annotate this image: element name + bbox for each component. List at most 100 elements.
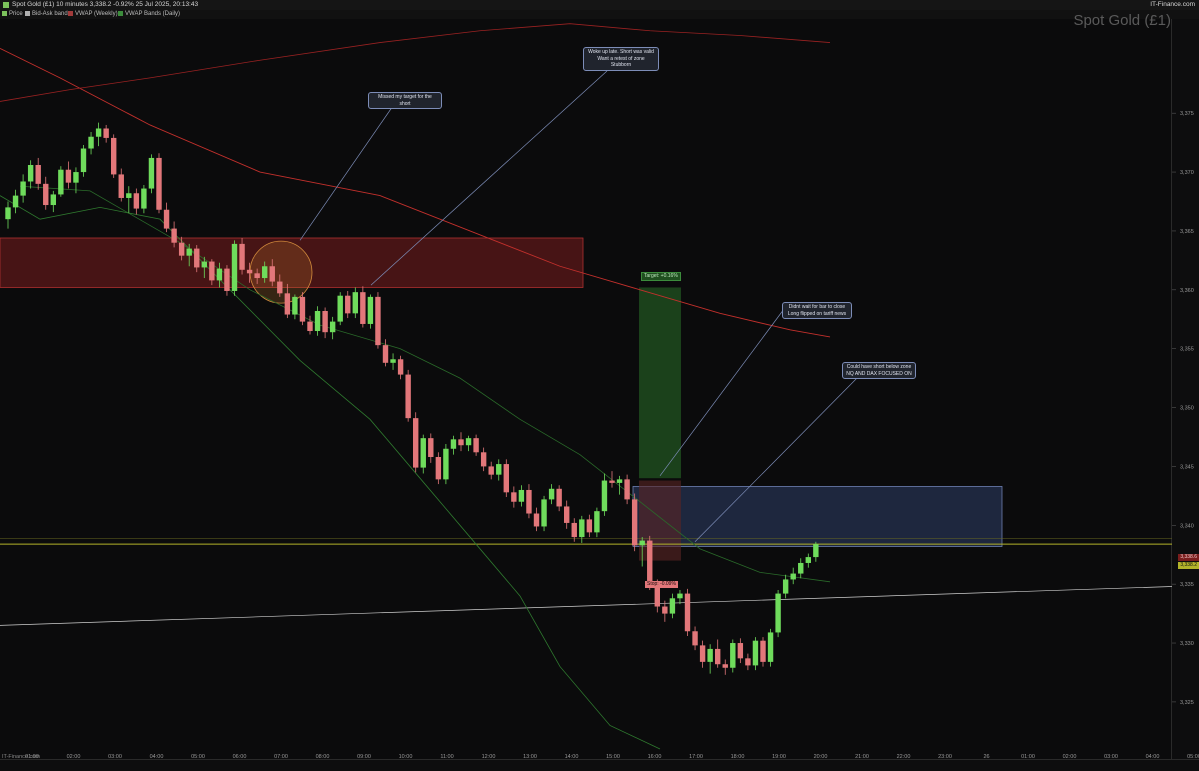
y-tick-label: 3,370 [1180,170,1194,176]
legend-swatch-icon [118,10,123,16]
candle-body [269,266,275,282]
candle-body [405,374,411,419]
price-tag-ask: 3,338.6 [1178,554,1199,561]
annotation-line: Woke up late. Short was valid [588,49,654,55]
price-chart[interactable]: 3,375 3,370 3,365 3,360 3,355 3,350 3,345 3,340… [0,19,1199,760]
legend-item-vwap-daily[interactable]: VWAP Bands (Daily) [118,10,180,19]
candle-body [292,296,298,315]
candle-body [435,457,442,480]
x-tick-label: 18:00 [731,754,745,760]
candle-body [118,174,124,198]
candle-body [564,506,570,523]
annotation-missed-target[interactable]: Missed my target for the short [368,92,442,109]
demand-zone [632,486,1003,547]
candle-body [813,544,819,558]
trade-stop-label[interactable]: Stop: -0.09% [645,581,678,588]
trend-line [0,586,1173,626]
legend-label: VWAP (Weekly) [75,11,118,17]
candle-body [224,268,230,291]
legend-item-vwap-weekly[interactable]: VWAP (Weekly) [68,10,118,19]
candle-body [156,157,162,210]
annotation-line: Didnt wait for bar to close [788,304,846,310]
legend-swatch-icon [25,10,30,16]
footer-source: IT-Finance.com [2,754,40,760]
candle-body [277,281,283,294]
candle-body [397,359,404,375]
candle-body [126,193,132,198]
candle-body [737,643,744,659]
app-icon [3,2,9,8]
candle-body [345,295,351,314]
x-tick-label: 09:00 [357,754,371,760]
candle-body [616,479,623,483]
annotation-could-have-short[interactable]: Could have short below zone NQ AND DAX F… [842,362,916,379]
x-tick-label: 03:00 [108,754,122,760]
candle-body [790,573,796,580]
candle-body [201,261,207,268]
candle-body [496,464,502,475]
candle-body [111,137,117,175]
y-tick-label: 3,375 [1180,111,1194,117]
candle-body [420,438,426,468]
candle-body [503,464,509,493]
candle-body [314,311,321,332]
annotation-woke-up-late[interactable]: Woke up late. Short was valid Want a ret… [583,47,659,71]
candle-body [458,439,464,446]
candle-body [148,157,155,189]
x-tick-label: 03:00 [1104,754,1118,760]
x-tick-label: 05:00 [191,754,205,760]
candle-body [95,128,102,137]
candle-body [171,228,177,243]
candle-body [58,169,64,195]
y-tick-label: 3,360 [1180,288,1194,294]
x-tick-label: 05:00 [1187,754,1199,760]
legend-item-price[interactable]: Price [2,10,23,19]
candle-body [186,248,192,256]
candle-body [133,193,140,209]
candle-body [465,438,472,446]
x-tick-label: 10:00 [399,754,413,760]
candle-body [548,488,555,500]
y-tick-label: 3,330 [1180,641,1194,647]
trade-target-label[interactable]: Target: +0.16% [641,272,681,281]
x-tick-label: 12:00 [482,754,496,760]
annotation-didnt-wait[interactable]: Didnt wait for bar to close Long flipped… [782,302,852,319]
candle-body [73,172,79,183]
candle-body [329,321,336,333]
candle-body [586,519,593,533]
candle-body [12,195,19,208]
legend-label: VWAP Bands (Daily) [125,11,181,17]
candle-body [337,295,343,322]
legend-item-bid-ask[interactable]: Bid-Ask band [25,10,68,19]
x-tick-label: 21:00 [855,754,869,760]
x-tick-label: 11:00 [440,754,453,760]
candle-body [443,448,449,480]
candle-body [571,522,577,538]
candle-body [647,540,653,585]
candle-body [88,136,94,149]
x-tick-label: 04:00 [150,754,164,760]
x-tick-label: 17:00 [689,754,703,760]
price-tag-last: 3,338.2 [1178,562,1199,569]
x-tick-label: 07:00 [274,754,288,760]
candle-body [5,207,11,220]
candle-body [692,631,698,646]
candle-body [767,632,774,662]
y-tick-label: 3,355 [1180,347,1194,353]
time-axis[interactable] [0,759,1199,771]
candle-body [677,593,683,599]
legend-label: Bid-Ask band [32,11,68,17]
trade-stop-box [639,480,681,561]
brand-label: IT-Finance.com [1150,1,1195,8]
candle-body [141,188,147,209]
candle-body [518,489,525,502]
annotation-line: Long flipped on tariff news [787,310,847,317]
candle-body [722,664,728,668]
x-tick-label: 02:00 [1063,754,1077,760]
candle-body [375,296,381,346]
candle-body [43,183,49,206]
candle-body [775,593,781,633]
candle-body [299,296,306,322]
x-tick-label: 20:00 [814,754,828,760]
candle-body [669,598,676,614]
